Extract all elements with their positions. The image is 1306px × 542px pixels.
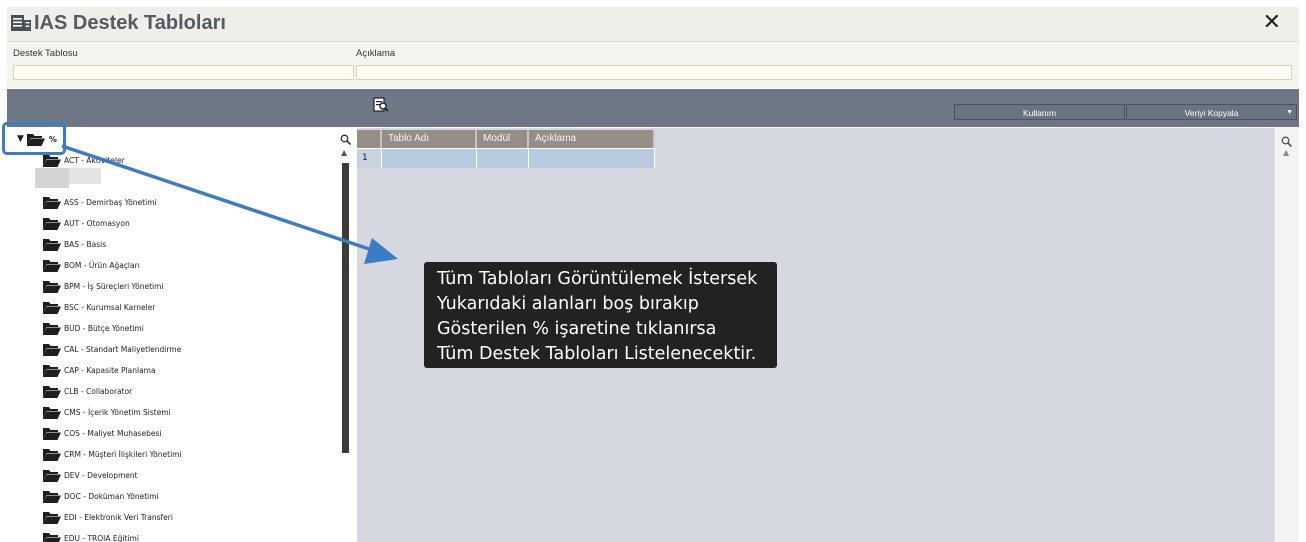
- tree-panel: ▼ % ACT - Aktiviteler ASS - Demirbaş Yön…: [7, 128, 355, 542]
- folder-open-icon: [43, 196, 61, 209]
- tree-item-label: EDI - Elektronik Veri Transferi: [64, 512, 173, 522]
- folder-open-icon: [43, 154, 61, 167]
- toolbar: Kullanım Veriyi Kopyala ▼: [7, 89, 1299, 127]
- tree-item[interactable]: EDI - Elektronik Veri Transferi: [43, 508, 173, 526]
- tree-item[interactable]: BSC - Kurumsal Karneler: [43, 298, 155, 316]
- folder-open-icon: [43, 280, 61, 293]
- tree-item[interactable]: BUD - Bütçe Yönetimi: [43, 319, 144, 337]
- aciklama-input[interactable]: [356, 65, 1292, 80]
- table-row[interactable]: 1: [357, 148, 655, 168]
- tree-item[interactable]: CAP - Kapasite Planlama: [43, 361, 156, 379]
- tree-item-label: BAS - Basis: [64, 239, 107, 249]
- table-cell[interactable]: [529, 148, 655, 168]
- tree-item-label: BUD - Bütçe Yönetimi: [64, 323, 144, 333]
- veriyi-kopyala-button[interactable]: Veriyi Kopyala ▼: [1126, 104, 1297, 120]
- grid-scrollbar[interactable]: ▲: [1276, 128, 1299, 542]
- tree-item-label: CMS - İçerik Yönetim Sistemi: [64, 407, 171, 417]
- annotation-highlight-box: [2, 122, 66, 155]
- chevron-down-icon: ▼: [1286, 109, 1293, 116]
- tree-item-label: ACT - Aktiviteler: [64, 155, 125, 165]
- tree-item[interactable]: ASS - Demirbaş Yönetimi: [43, 193, 157, 211]
- filter-area: Destek Tablosu Açıklama: [7, 42, 1299, 88]
- grid-header: Tablo Adı Modül Açıklama: [357, 130, 655, 148]
- folder-open-icon: [43, 511, 61, 524]
- folder-open-icon: [43, 406, 61, 419]
- table-cell[interactable]: [382, 148, 477, 168]
- folder-open-icon: [43, 448, 61, 461]
- tree-item[interactable]: BOM - Ürün Ağaçları: [43, 256, 140, 274]
- callout-line: Yukarıdaki alanları boş bırakıp: [437, 294, 699, 314]
- callout-line: Tüm Destek Tabloları Listelenecektir.: [437, 344, 757, 364]
- blurred-region: [35, 168, 69, 188]
- results-grid: Tablo Adı Modül Açıklama 1: [357, 130, 655, 168]
- folder-open-icon: [43, 259, 61, 272]
- tree-item-label: CAP - Kapasite Planlama: [64, 365, 156, 375]
- tree-item[interactable]: AUT - Otomasyon: [43, 214, 130, 232]
- table-cell[interactable]: [477, 148, 529, 168]
- folder-open-icon: [43, 238, 61, 251]
- search-document-icon[interactable]: [373, 97, 389, 117]
- folder-open-icon: [43, 385, 61, 398]
- tree-item[interactable]: DEV - Development: [43, 466, 138, 484]
- tree-item-label: CAL - Standart Maliyetlendirme: [64, 344, 182, 354]
- folder-open-icon: [43, 427, 61, 440]
- destek-tablosu-label: Destek Tablosu: [13, 48, 78, 59]
- title-bar: IAS Destek Tabloları ✕: [7, 7, 1299, 42]
- tree-item-label: CLB - Collaborator: [64, 386, 133, 396]
- tree-item-label: BSC - Kurumsal Karneler: [64, 302, 156, 312]
- tree-scrollbar-thumb[interactable]: [342, 163, 349, 453]
- window-title: IAS Destek Tabloları: [34, 12, 226, 34]
- folder-open-icon: [43, 490, 61, 503]
- scroll-up-arrow-icon[interactable]: ▲: [341, 148, 347, 157]
- search-icon[interactable]: [340, 130, 352, 149]
- tree-item[interactable]: CRM - Müşteri İlişkileri Yönetimi: [43, 445, 182, 463]
- folder-open-icon: [43, 364, 61, 377]
- tree-item-label: BPM - İş Süreçleri Yönetimi: [64, 281, 164, 291]
- tree-item[interactable]: BAS - Basis: [43, 235, 106, 253]
- grid-header-cell[interactable]: Açıklama: [529, 130, 655, 148]
- callout-line: Gösterilen % işaretine tıklanırsa: [437, 319, 717, 339]
- tree-item-label: COS - Maliyet Muhasebesi: [64, 428, 162, 438]
- tree-item-label: DEV - Development: [64, 470, 138, 480]
- close-icon[interactable]: ✕: [1263, 10, 1281, 35]
- tree-item[interactable]: EDU - TROIA Eğitimi: [43, 529, 139, 542]
- grid-header-cell[interactable]: Tablo Adı: [382, 130, 477, 148]
- grid-header-cell[interactable]: Modül: [477, 130, 529, 148]
- folder-open-icon: [43, 322, 61, 335]
- tree-item-label: BOM - Ürün Ağaçları: [64, 260, 140, 270]
- tree-item-label: DOC - Doküman Yönetimi: [64, 491, 159, 501]
- kullanim-button[interactable]: Kullanım: [954, 104, 1125, 120]
- folder-open-icon: [43, 217, 61, 230]
- annotation-callout: Tüm Tabloları Görüntülemek İstersek Yuka…: [424, 262, 777, 368]
- tree-item[interactable]: DOC - Doküman Yönetimi: [43, 487, 159, 505]
- tree-item-label: AUT - Otomasyon: [64, 218, 130, 228]
- tree-item[interactable]: CLB - Collaborator: [43, 382, 132, 400]
- folder-open-icon: [43, 469, 61, 482]
- tree-item[interactable]: COS - Maliyet Muhasebesi: [43, 424, 161, 442]
- table-doc-icon: [11, 15, 31, 35]
- callout-line: Tüm Tabloları Görüntülemek İstersek: [437, 269, 758, 289]
- tree-item[interactable]: CAL - Standart Maliyetlendirme: [43, 340, 181, 358]
- grid-header-rownum: [357, 130, 382, 148]
- tree-item[interactable]: BPM - İş Süreçleri Yönetimi: [43, 277, 164, 295]
- folder-open-icon: [43, 532, 61, 542]
- folder-open-icon: [43, 301, 61, 314]
- tree-item[interactable]: CMS - İçerik Yönetim Sistemi: [43, 403, 171, 421]
- aciklama-label: Açıklama: [356, 48, 396, 59]
- tree-item-label: CRM - Müşteri İlişkileri Yönetimi: [64, 449, 182, 459]
- row-number: 1: [357, 148, 382, 168]
- blurred-region: [69, 168, 101, 184]
- tree-item-label: EDU - TROIA Eğitimi: [64, 533, 139, 542]
- destek-tablosu-input[interactable]: [13, 65, 354, 80]
- folder-open-icon: [43, 343, 61, 356]
- scroll-up-arrow-icon[interactable]: ▲: [1283, 148, 1289, 157]
- veriyi-kopyala-label: Veriyi Kopyala: [1184, 108, 1239, 118]
- tree-item-label: ASS - Demirbaş Yönetimi: [64, 197, 157, 207]
